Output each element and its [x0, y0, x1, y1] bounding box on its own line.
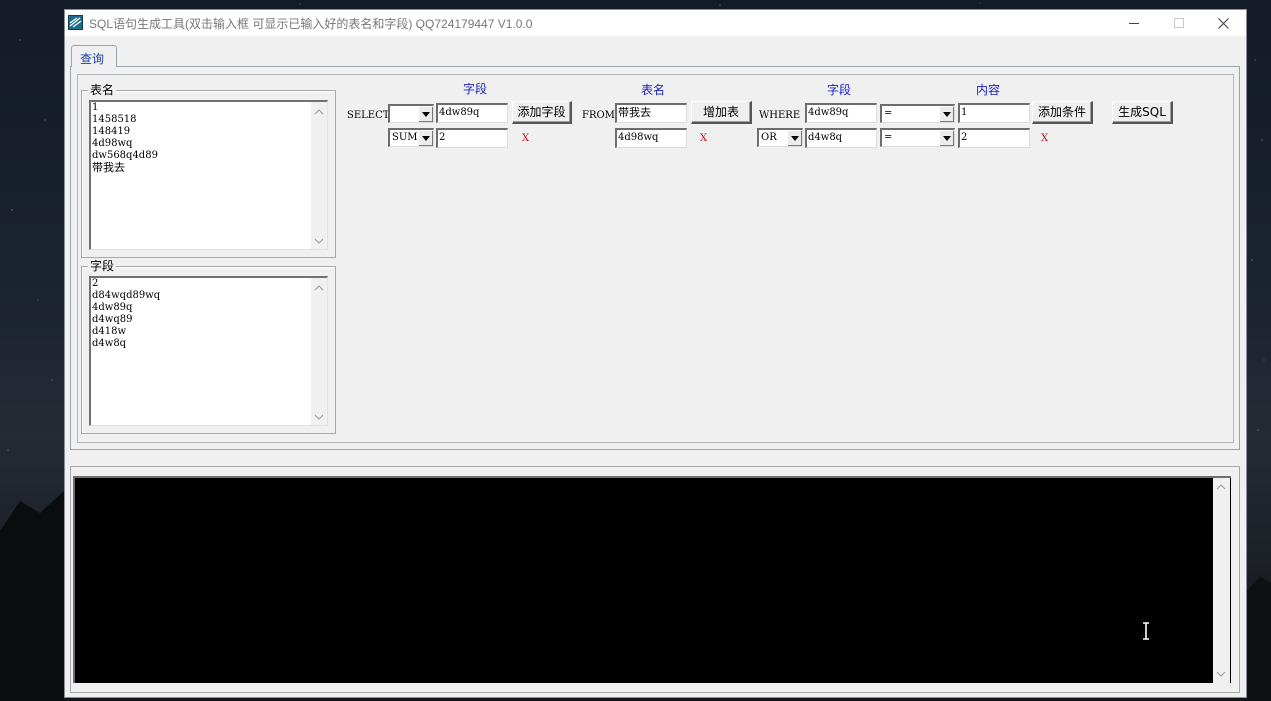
scroll-up-icon[interactable]	[314, 283, 324, 293]
where-value-input[interactable]: 1	[958, 103, 1030, 123]
tab-query-label: 查询	[80, 52, 105, 66]
remove-field-button[interactable]: X	[522, 133, 529, 144]
fields-label: 字段	[88, 259, 117, 273]
close-button[interactable]	[1201, 10, 1246, 36]
list-item[interactable]: 1	[92, 102, 306, 114]
table-names-scrollbar[interactable]	[311, 102, 327, 249]
sql-tool-icon	[68, 15, 83, 30]
aggregate-select[interactable]: SUM	[388, 128, 434, 147]
select-field-header: 字段	[462, 82, 487, 96]
list-item[interactable]: 4dw89q	[92, 302, 306, 314]
close-icon	[1218, 17, 1229, 29]
dropdown-button[interactable]	[939, 106, 954, 122]
scroll-down-icon[interactable]	[1216, 669, 1226, 679]
maximize-button[interactable]	[1156, 10, 1201, 36]
dropdown-button[interactable]	[418, 106, 433, 122]
output-scrollbar[interactable]	[1213, 478, 1230, 683]
minimize-icon	[1128, 23, 1139, 24]
dropdown-button[interactable]	[939, 130, 954, 146]
scroll-down-icon[interactable]	[314, 412, 324, 422]
chevron-down-icon	[791, 136, 799, 141]
scroll-up-icon[interactable]	[314, 107, 324, 117]
where-value-input[interactable]: 2	[958, 128, 1030, 148]
title-bar: SQL语句生成工具(双击输入框 可显示已输入好的表名和字段) QQ7241794…	[65, 10, 1246, 36]
where-keyword: WHERE	[759, 110, 801, 121]
dropdown-button[interactable]	[418, 130, 433, 146]
aggregate-value: SUM	[392, 132, 418, 143]
tab-query[interactable]: 查询	[71, 45, 117, 67]
operator-value: =	[884, 132, 893, 143]
scroll-up-icon[interactable]	[1216, 482, 1226, 492]
operator-select[interactable]: =	[880, 104, 955, 123]
fields-list[interactable]: 2 d84wqd89wq 4dw89q d4wq89 d418w d4w8q	[89, 276, 328, 426]
from-keyword: FROM	[582, 110, 615, 121]
select-field-input[interactable]: 4dw89q	[436, 103, 508, 123]
add-field-button[interactable]: 添加字段	[512, 101, 572, 124]
list-item[interactable]: 4d98wq	[92, 138, 306, 150]
list-item[interactable]: 1458518	[92, 114, 306, 126]
list-item[interactable]: d4w8q	[92, 338, 306, 350]
fields-items: 2 d84wqd89wq 4dw89q d4wq89 d418w d4w8q	[92, 278, 306, 350]
generate-sql-button[interactable]: 生成SQL	[1112, 101, 1173, 124]
where-field-header: 字段	[826, 83, 851, 97]
connector-value: OR	[761, 132, 777, 143]
chevron-down-icon	[422, 112, 430, 117]
where-value-header: 内容	[975, 83, 1000, 97]
table-names-list[interactable]: 1 1458518 148419 4d98wq dw568q4d89 带我去	[89, 100, 328, 250]
add-condition-button[interactable]: 添加条件	[1032, 101, 1093, 124]
where-field-input[interactable]: d4w8q	[805, 128, 877, 148]
select-field-input[interactable]: 2	[436, 128, 508, 148]
from-table-header: 表名	[640, 83, 665, 97]
chevron-down-icon	[943, 112, 951, 117]
scroll-down-icon[interactable]	[314, 236, 324, 246]
from-table-input[interactable]: 带我去	[615, 103, 687, 123]
list-item[interactable]: 带我去	[92, 162, 306, 174]
table-names-items: 1 1458518 148419 4d98wq dw568q4d89 带我去	[92, 102, 306, 174]
sql-output-textarea[interactable]	[73, 476, 1231, 683]
maximize-icon	[1173, 18, 1184, 28]
fields-scrollbar[interactable]	[311, 278, 327, 425]
minimize-button[interactable]	[1111, 10, 1156, 36]
remove-table-button[interactable]: X	[700, 133, 707, 144]
list-item[interactable]: d84wqd89wq	[92, 290, 306, 302]
add-table-button[interactable]: 增加表	[691, 101, 752, 124]
dropdown-button[interactable]	[787, 130, 802, 146]
chevron-down-icon	[943, 136, 951, 141]
main-window: SQL语句生成工具(双击输入框 可显示已输入好的表名和字段) QQ7241794…	[64, 9, 1247, 698]
list-item[interactable]: 2	[92, 278, 306, 290]
list-item[interactable]: 148419	[92, 126, 306, 138]
list-item[interactable]: d418w	[92, 326, 306, 338]
aggregate-select[interactable]	[388, 104, 434, 123]
operator-select[interactable]: =	[880, 128, 955, 147]
from-table-input[interactable]: 4d98wq	[615, 128, 687, 148]
operator-value: =	[884, 108, 893, 119]
where-field-input[interactable]: 4dw89q	[805, 103, 877, 123]
window-title: SQL语句生成工具(双击输入框 可显示已输入好的表名和字段) QQ7241794…	[89, 17, 533, 31]
text-cursor-icon	[1143, 622, 1149, 640]
remove-condition-button[interactable]: X	[1041, 133, 1048, 144]
connector-select[interactable]: OR	[757, 128, 803, 147]
select-keyword: SELECT	[347, 110, 390, 121]
chevron-down-icon	[422, 136, 430, 141]
list-item[interactable]: d4wq89	[92, 314, 306, 326]
table-names-label: 表名	[88, 83, 117, 97]
